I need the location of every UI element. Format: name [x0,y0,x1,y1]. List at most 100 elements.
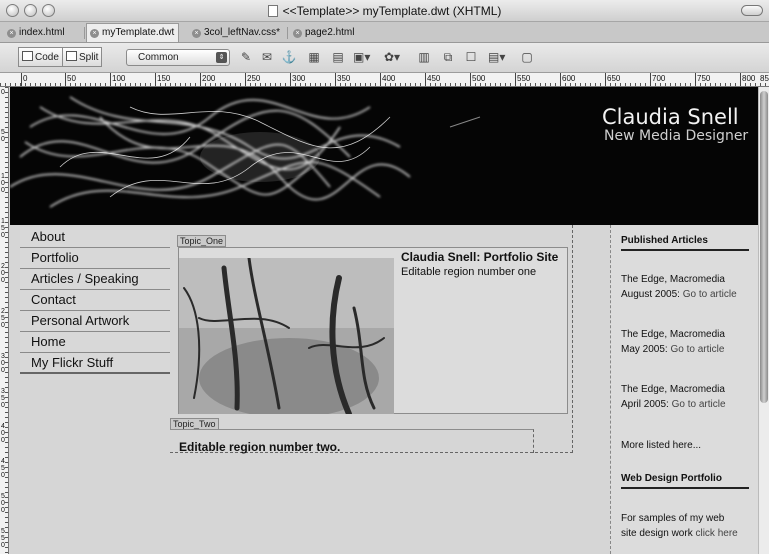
ruler-label: 400 [1,423,5,444]
ruler-label: 0 [23,74,28,83]
email-link-icon[interactable]: ✉ [259,50,275,65]
ruler-major-tick [515,73,516,86]
nav-link-contact[interactable]: Contact [20,290,170,311]
media-icon[interactable]: ✿▾ [384,50,400,65]
ruler-label: 450 [427,74,441,83]
ruler-major-tick [65,73,66,86]
scrollbar-thumb[interactable] [760,91,768,403]
ruler-major-tick [200,73,201,86]
ruler-label: 200 [1,263,5,284]
portfolio-blurb: For samples of my web site design work c… [621,511,757,541]
toolbar-toggle-button[interactable] [741,5,763,16]
topic-two-heading: Editable region number two. [179,440,341,454]
more-articles-link[interactable]: More listed here... [621,438,757,453]
go-to-article-link[interactable]: Go to article [670,344,724,355]
tab-divider [84,27,85,39]
server-side-include-icon[interactable]: ⧉ [440,50,456,65]
nav-link-portfolio[interactable]: Portfolio [20,248,170,269]
split-view-icon [66,51,77,61]
ruler-label: 250 [247,74,261,83]
tab-label: index.html [19,27,65,38]
nav-link-about[interactable]: About [20,227,170,248]
ruler-label: 550 [1,528,5,549]
right-sidebar: Published Articles The Edge, Macromedia … [610,225,758,554]
insert-category-value: Common [138,52,179,63]
date-icon[interactable]: ▥ [416,50,432,65]
hyperlink-icon[interactable]: ✎ [238,50,254,65]
vertical-ruler: 0 50 100 150 200 250 300 350 400 450 500… [0,87,9,554]
ruler-major-tick [560,73,561,86]
artwork-image [179,258,394,414]
ruler-label: 0 [1,89,5,96]
ruler-label: 150 [1,218,5,239]
insert-category-select[interactable]: Common ⇕ [126,49,230,66]
article-source: The Edge, Macromedia [621,274,725,285]
web-design-portfolio-heading: Web Design Portfolio [621,473,749,489]
ruler-major-tick [470,73,471,86]
ruler-label: 500 [1,493,5,514]
article-date: May 2005: [621,344,668,355]
nav-link-personal-artwork[interactable]: Personal Artwork [20,311,170,332]
go-to-article-link[interactable]: Go to article [672,399,726,410]
ruler-label: 850 [760,74,769,83]
head-icon[interactable]: ▤▾ [488,50,505,65]
tab-3col-leftnav-css[interactable]: × 3col_leftNav.css* [189,24,284,42]
comment-icon[interactable]: ☐ [463,50,479,65]
code-view-button[interactable]: Code [18,47,63,67]
window-title: <<Template>> myTemplate.dwt (XHTML) [0,4,769,18]
tab-mytemplate-dwt[interactable]: × myTemplate.dwt [86,23,180,42]
named-anchor-icon[interactable]: ⚓ [281,50,297,65]
select-arrows-icon: ⇕ [216,52,227,63]
close-tab-icon[interactable]: × [192,29,201,38]
tab-label: myTemplate.dwt [102,27,175,38]
ruler-label: 200 [202,74,216,83]
site-header-banner[interactable]: Claudia Snell New Media Designer [10,87,758,225]
document-toolbar: Code Split Common ⇕ ✎ ✉ ⚓ ▦ ▤ ▣▾ ✿▾ ▥ ⧉ … [0,43,769,73]
ruler-major-tick [425,73,426,86]
table-icon[interactable]: ▦ [306,50,322,65]
artwork-photo[interactable] [179,258,394,414]
window-title-text: <<Template>> myTemplate.dwt (XHTML) [282,4,502,18]
nav-link-my-flickr-stuff[interactable]: My Flickr Stuff [20,353,170,374]
tab-index-html[interactable]: × index.html [4,24,69,42]
editable-region-topic-one[interactable]: Claudia Snell: Portfolio Site Editable r… [178,247,568,414]
ruler-major-tick [21,73,22,86]
tab-page2-html[interactable]: × page2.html [290,24,358,42]
nav-link-home[interactable]: Home [20,332,170,353]
editable-region-tag-topic-one[interactable]: Topic_One [177,235,227,247]
ruler-label: 50 [67,74,76,83]
ruler-label: 550 [517,74,531,83]
template-icon[interactable]: ▢ [519,50,535,65]
article-item: The Edge, Macromedia May 2005: Go to art… [621,327,757,357]
nav-link-articles-speaking[interactable]: Articles / Speaking [20,269,170,290]
tab-label: 3col_leftNav.css* [204,27,280,38]
ruler-label: 450 [1,458,5,479]
ruler-major-tick [380,73,381,86]
code-view-label: Code [35,52,59,63]
article-date: April 2005: [621,399,669,410]
ruler-label: 100 [1,173,5,194]
close-tab-icon[interactable]: × [7,29,16,38]
vertical-scrollbar[interactable] [758,87,769,554]
split-view-button[interactable]: Split [62,47,103,67]
window-title-bar: <<Template>> myTemplate.dwt (XHTML) [0,0,769,22]
main-content-area: Topic_One Claudia Snell: Portfolio Site … [170,225,573,454]
ruler-label: 350 [1,388,5,409]
click-here-link[interactable]: click here [695,528,737,539]
ruler-label: 300 [1,353,5,374]
images-icon[interactable]: ▣▾ [353,50,370,65]
ruler-major-tick [335,73,336,86]
close-tab-icon[interactable]: × [293,29,302,38]
ruler-label: 500 [472,74,486,83]
ruler-major-tick [290,73,291,86]
editable-region-topic-two[interactable]: Editable region number two. [170,429,534,454]
go-to-article-link[interactable]: Go to article [683,289,737,300]
design-view-canvas[interactable]: Claudia Snell New Media Designer About P… [10,87,758,554]
div-icon[interactable]: ▤ [330,50,346,65]
ruler-label: 50 [1,129,5,143]
close-tab-icon[interactable]: × [90,29,99,38]
article-item: The Edge, Macromedia April 2005: Go to a… [621,382,757,412]
ruler-label: 750 [697,74,711,83]
ruler-label: 150 [157,74,171,83]
code-view-icon [22,51,33,61]
